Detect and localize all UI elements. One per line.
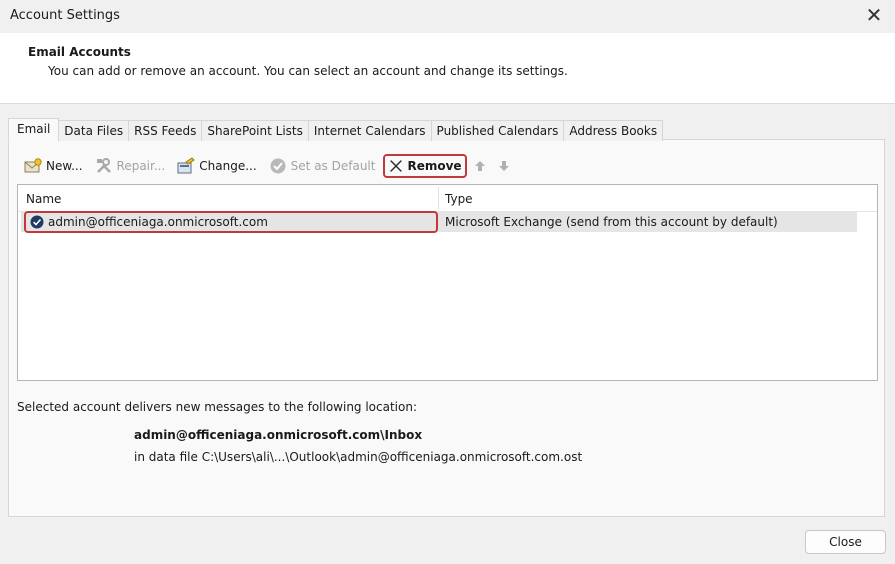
tab-published-calendars[interactable]: Published Calendars	[430, 120, 565, 141]
repair-tools-icon	[96, 158, 111, 173]
remove-x-icon	[390, 160, 403, 172]
window-title: Account Settings	[10, 8, 120, 23]
tab-address-books[interactable]: Address Books	[563, 120, 664, 141]
tab-email[interactable]: Email	[8, 118, 60, 142]
column-header-name[interactable]: Name	[26, 192, 61, 206]
title-bar: Account Settings ✕	[0, 0, 895, 33]
account-row[interactable]: admin@officeniaga.onmicrosoft.com Micros…	[21, 211, 857, 233]
list-header: Name Type	[18, 185, 877, 212]
remove-button-label: Remove	[407, 159, 462, 173]
default-account-check-icon	[30, 215, 44, 229]
default-check-icon	[270, 158, 286, 174]
change-account-icon	[177, 157, 196, 174]
account-name-cell[interactable]: admin@officeniaga.onmicrosoft.com	[24, 211, 438, 233]
change-button-label: Change...	[199, 159, 257, 173]
close-icon[interactable]: ✕	[863, 4, 885, 26]
account-type: Microsoft Exchange (send from this accou…	[445, 215, 778, 229]
tab-data-files[interactable]: Data Files	[58, 120, 130, 141]
tab-internet-calendars[interactable]: Internet Calendars	[307, 120, 432, 141]
set-default-button-label: Set as Default	[290, 159, 376, 173]
new-mail-icon	[24, 158, 42, 173]
account-list: Name Type admin@officeniaga.onmicrosoft.…	[17, 184, 878, 381]
tab-strip: Email Data Files RSS Feeds SharePoint Li…	[8, 118, 664, 142]
close-button[interactable]: Close	[805, 530, 886, 554]
repair-button-label: Repair...	[116, 159, 166, 173]
column-header-type[interactable]: Type	[445, 192, 473, 206]
remove-button[interactable]: Remove	[383, 154, 467, 178]
column-divider[interactable]	[438, 187, 439, 209]
toolbar: New... Repair... Change... Set as Defaul…	[20, 154, 519, 178]
arrow-up-icon	[474, 161, 485, 171]
tab-sharepoint-lists[interactable]: SharePoint Lists	[201, 120, 309, 141]
move-up-button[interactable]	[471, 155, 489, 177]
header-title: Email Accounts	[28, 45, 131, 59]
new-button[interactable]: New...	[20, 155, 87, 177]
data-file-path: in data file C:\Users\ali\...\Outlook\ad…	[134, 450, 583, 464]
repair-button[interactable]: Repair...	[91, 155, 170, 177]
set-default-button[interactable]: Set as Default	[265, 155, 380, 177]
delivery-label: Selected account delivers new messages t…	[17, 400, 418, 414]
move-down-button[interactable]	[495, 155, 513, 177]
new-button-label: New...	[46, 159, 83, 173]
tab-rss-feeds[interactable]: RSS Feeds	[128, 120, 203, 141]
arrow-down-icon	[498, 161, 509, 171]
header-panel: Email Accounts You can add or remove an …	[0, 33, 895, 104]
account-email: admin@officeniaga.onmicrosoft.com	[48, 215, 268, 229]
delivery-location: admin@officeniaga.onmicrosoft.com\Inbox	[134, 428, 423, 442]
change-button[interactable]: Change...	[173, 155, 260, 177]
header-description: You can add or remove an account. You ca…	[48, 64, 568, 78]
